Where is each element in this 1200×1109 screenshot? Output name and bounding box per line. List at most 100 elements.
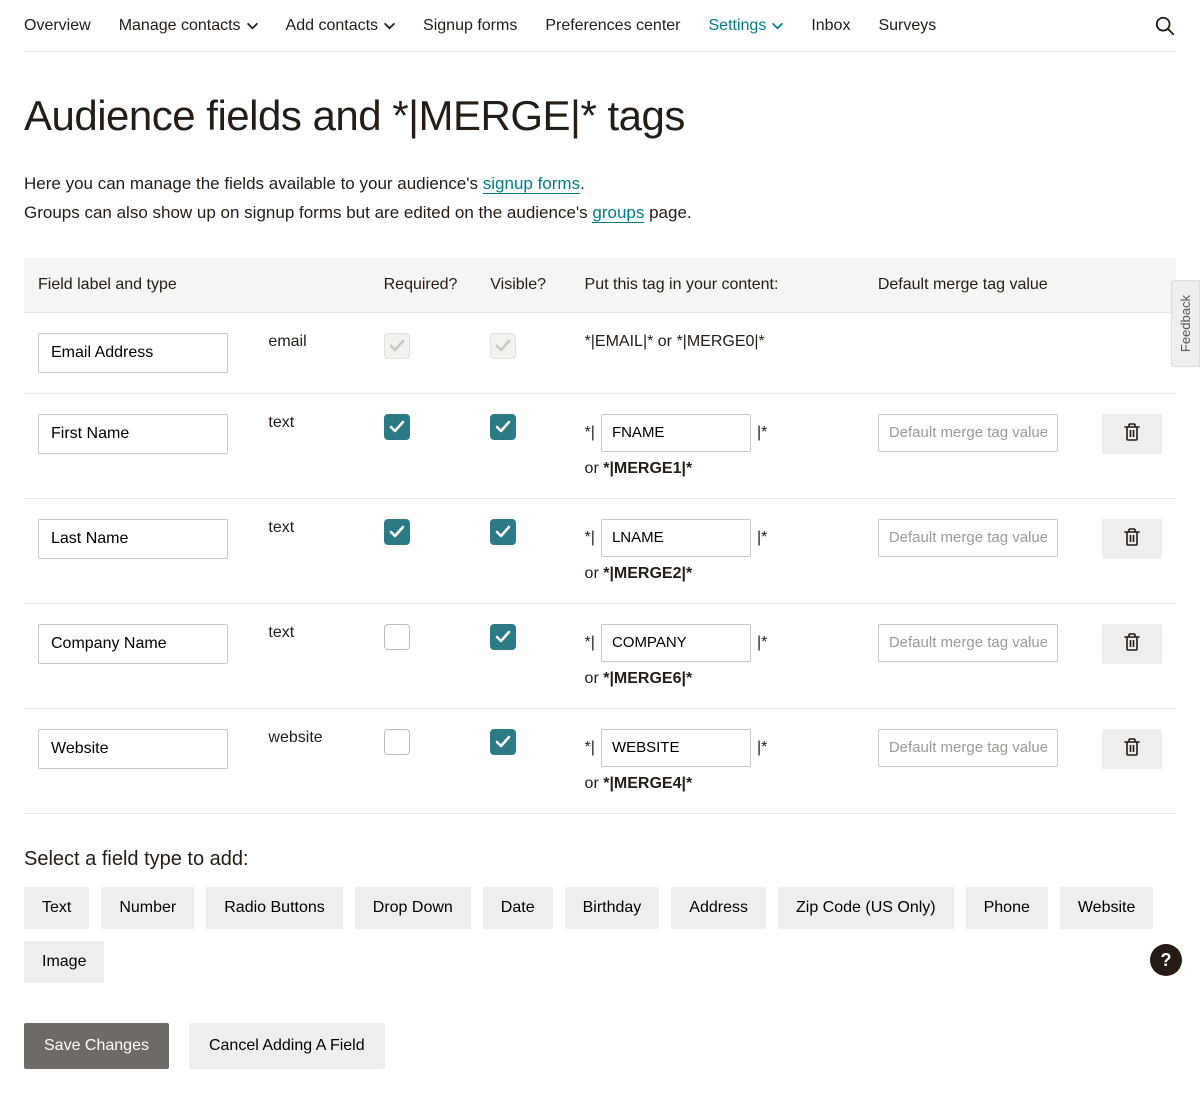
tag-close-delim: |* xyxy=(757,634,767,652)
intro-text: Here you can manage the fields available… xyxy=(24,170,1176,228)
chevron-down-icon xyxy=(247,17,258,35)
feedback-tab[interactable]: Feedback xyxy=(1171,280,1200,367)
required-checkbox[interactable] xyxy=(384,414,410,440)
help-button[interactable]: ? xyxy=(1150,944,1182,976)
check-icon xyxy=(389,525,405,539)
field-type-buttons: Text Number Radio Buttons Drop Down Date Birt… xyxy=(24,887,1176,983)
search-icon[interactable] xyxy=(1154,15,1176,37)
field-type-birthday[interactable]: Birthday xyxy=(565,887,660,929)
intro-line1b: . xyxy=(580,174,585,193)
th-required: Required? xyxy=(370,258,477,313)
field-type-address[interactable]: Address xyxy=(671,887,766,929)
field-label-input[interactable] xyxy=(38,729,228,769)
check-icon xyxy=(495,525,511,539)
tag-close-delim: |* xyxy=(757,529,767,547)
nav-item-manage-contacts[interactable]: Manage contacts xyxy=(119,17,258,35)
nav-item-label: Settings xyxy=(709,17,767,35)
nav-item-label: Signup forms xyxy=(423,17,517,35)
merge-tag-input[interactable] xyxy=(601,624,751,662)
signup-forms-link[interactable]: signup forms xyxy=(483,174,580,194)
table-row: text *| |* or *|MERGE2|* xyxy=(24,498,1176,603)
tag-or-label: or xyxy=(585,670,604,687)
nav-item-label: Inbox xyxy=(811,17,850,35)
merge-tag-input[interactable] xyxy=(601,414,751,452)
default-value-input[interactable] xyxy=(878,519,1058,557)
visible-checkbox[interactable] xyxy=(490,624,516,650)
merge-tag-alt: or *|MERGE4|* xyxy=(585,775,850,793)
field-type-zip-code-us-only-[interactable]: Zip Code (US Only) xyxy=(778,887,954,929)
field-label-input[interactable] xyxy=(38,333,228,373)
trash-icon xyxy=(1123,422,1141,445)
delete-field-button[interactable] xyxy=(1102,624,1162,664)
merge-tag-alt: or *|MERGE1|* xyxy=(585,460,850,478)
tag-open-delim: *| xyxy=(585,529,595,547)
th-visible: Visible? xyxy=(476,258,570,313)
required-checkbox xyxy=(384,333,410,359)
field-type-label: email xyxy=(268,333,306,350)
tag-open-delim: *| xyxy=(585,739,595,757)
save-button[interactable]: Save Changes xyxy=(24,1023,169,1069)
field-type-date[interactable]: Date xyxy=(483,887,553,929)
page-title: Audience fields and *|MERGE|* tags xyxy=(24,92,1176,140)
merge-tag-alt: or *|MERGE2|* xyxy=(585,565,850,583)
tag-or-label: or xyxy=(585,775,604,792)
merge-tag-alt: or *|MERGE6|* xyxy=(585,670,850,688)
required-checkbox[interactable] xyxy=(384,519,410,545)
table-row: email *|EMAIL|* or *|MERGE0|* xyxy=(24,312,1176,393)
tag-open-delim: *| xyxy=(585,424,595,442)
top-nav: Overview Manage contacts Add contacts Signu… xyxy=(24,0,1176,52)
tag-open-delim: *| xyxy=(585,634,595,652)
required-checkbox[interactable] xyxy=(384,624,410,650)
merge-tag-input[interactable] xyxy=(601,519,751,557)
chevron-down-icon xyxy=(772,17,783,35)
nav-item-label: Preferences center xyxy=(545,17,680,35)
delete-field-button[interactable] xyxy=(1102,519,1162,559)
field-type-image[interactable]: Image xyxy=(24,941,104,983)
nav-item-add-contacts[interactable]: Add contacts xyxy=(286,17,396,35)
field-label-input[interactable] xyxy=(38,624,228,664)
nav-item-signup-forms[interactable]: Signup forms xyxy=(423,17,517,35)
nav-item-label: Add contacts xyxy=(286,17,379,35)
visible-checkbox[interactable] xyxy=(490,519,516,545)
default-value-input[interactable] xyxy=(878,414,1058,452)
nav-item-inbox[interactable]: Inbox xyxy=(811,17,850,35)
field-label-input[interactable] xyxy=(38,414,228,454)
field-type-phone[interactable]: Phone xyxy=(966,887,1048,929)
th-tag: Put this tag in your content: xyxy=(571,258,864,313)
field-type-label: text xyxy=(268,414,294,431)
check-icon xyxy=(495,339,511,353)
nav-item-label: Surveys xyxy=(878,17,936,35)
tag-alt-value: *|MERGE4|* xyxy=(603,775,692,792)
merge-tag-input[interactable] xyxy=(601,729,751,767)
default-value-input[interactable] xyxy=(878,624,1058,662)
th-delete xyxy=(1084,258,1176,313)
tag-alt-value: *|MERGE6|* xyxy=(603,670,692,687)
field-type-website[interactable]: Website xyxy=(1060,887,1154,929)
delete-field-button[interactable] xyxy=(1102,729,1162,769)
tag-close-delim: |* xyxy=(757,739,767,757)
field-type-label: website xyxy=(268,729,322,746)
nav-item-settings[interactable]: Settings xyxy=(709,17,784,35)
nav-item-label: Manage contacts xyxy=(119,17,241,35)
check-icon xyxy=(495,630,511,644)
nav-item-overview[interactable]: Overview xyxy=(24,17,91,35)
nav-item-surveys[interactable]: Surveys xyxy=(878,17,936,35)
delete-field-button[interactable] xyxy=(1102,414,1162,454)
field-type-label: text xyxy=(268,519,294,536)
field-type-text[interactable]: Text xyxy=(24,887,89,929)
field-type-radio-buttons[interactable]: Radio Buttons xyxy=(206,887,343,929)
required-checkbox[interactable] xyxy=(384,729,410,755)
visible-checkbox[interactable] xyxy=(490,414,516,440)
field-type-number[interactable]: Number xyxy=(101,887,194,929)
field-type-drop-down[interactable]: Drop Down xyxy=(355,887,471,929)
groups-link[interactable]: groups xyxy=(592,203,644,223)
visible-checkbox xyxy=(490,333,516,359)
default-value-input[interactable] xyxy=(878,729,1058,767)
field-label-input[interactable] xyxy=(38,519,228,559)
visible-checkbox[interactable] xyxy=(490,729,516,755)
merge-tag-static: *|EMAIL|* or *|MERGE0|* xyxy=(585,333,850,351)
intro-line2a: Groups can also show up on signup forms … xyxy=(24,203,592,222)
cancel-button[interactable]: Cancel Adding A Field xyxy=(189,1023,385,1069)
nav-item-preferences-center[interactable]: Preferences center xyxy=(545,17,680,35)
fields-table: Field label and type Required? Visible? … xyxy=(24,258,1176,814)
